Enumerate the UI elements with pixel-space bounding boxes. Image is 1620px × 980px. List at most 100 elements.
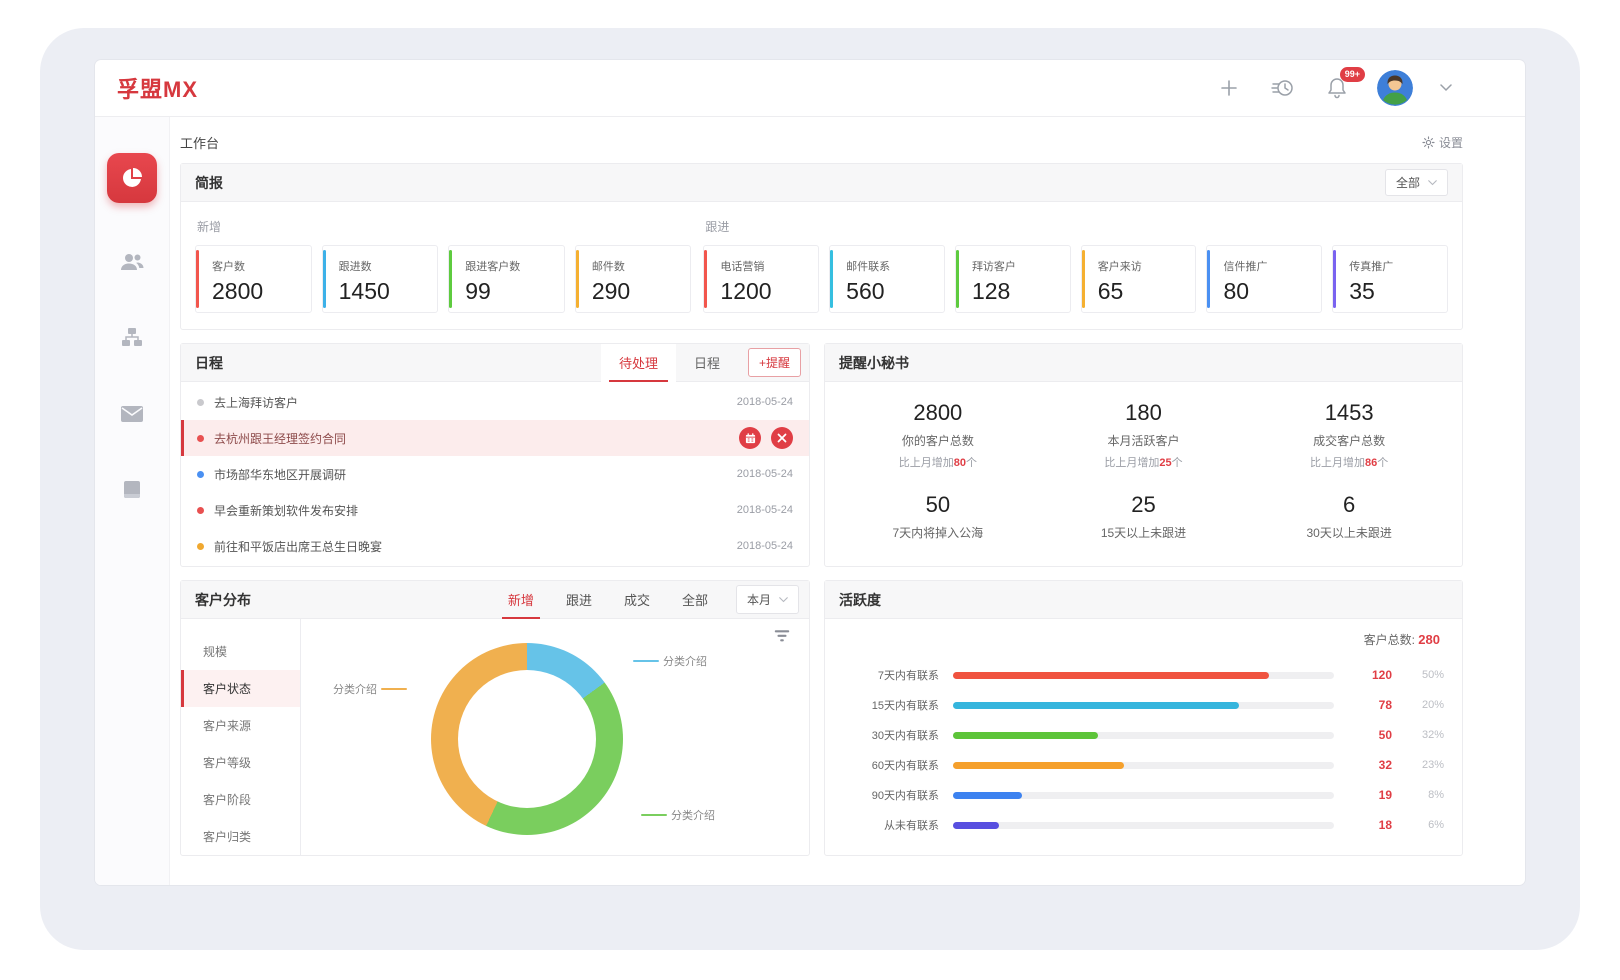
schedule-item[interactable]: 市场部华东地区开展调研 2018-05-24 — [181, 456, 809, 492]
period-dropdown[interactable]: 本月 — [736, 585, 799, 614]
app-window: 孚盟MX 99+ — [95, 60, 1525, 885]
stat-card-customer-visits[interactable]: 客户来访 65 — [1081, 245, 1197, 313]
distribution-menu: 规模 客户状态 客户来源 客户等级 客户阶段 客户归类 — [181, 619, 301, 855]
settings-label: 设置 — [1439, 134, 1463, 151]
stat-card-followups[interactable]: 跟进数 1450 — [322, 245, 439, 313]
briefing-title: 简报 — [195, 173, 223, 193]
menu-item-customer-source[interactable]: 客户来源 — [181, 707, 300, 744]
sidebar-item-mail[interactable] — [115, 397, 149, 431]
menu-item-customer-category[interactable]: 客户归类 — [181, 818, 300, 855]
notification-badge: 99+ — [1340, 67, 1365, 82]
status-dot — [197, 471, 204, 478]
user-avatar[interactable] — [1377, 70, 1413, 106]
menu-item-customer-level[interactable]: 客户等级 — [181, 744, 300, 781]
sidebar-item-documents[interactable] — [115, 473, 149, 507]
reminder-stats: 2800 你的客户总数 比上月增加80个 180 本月活跃客户 比上月增加25个… — [825, 382, 1462, 556]
users-icon — [119, 251, 145, 273]
stat-card-followup-customers[interactable]: 跟进客户数 99 — [448, 245, 565, 313]
reminder-stat-30days: 6 30天以上未跟进 — [1246, 492, 1452, 546]
stat-card-fax-promo[interactable]: 传真推广 35 — [1332, 245, 1448, 313]
add-reminder-button[interactable]: +提醒 — [748, 348, 801, 377]
user-menu-chevron-icon[interactable] — [1439, 74, 1453, 102]
donut-label-orange: 分类介绍 — [333, 681, 407, 697]
menu-item-scale[interactable]: 规模 — [181, 633, 300, 670]
activity-row: 从未有联系 18 6% — [843, 810, 1444, 840]
book-icon — [121, 479, 143, 501]
activity-row: 15天内有联系 78 20% — [843, 690, 1444, 720]
schedule-item[interactable]: 早会重新策划软件发布安排 2018-05-24 — [181, 492, 809, 528]
customer-total: 客户总数: 280 — [847, 631, 1440, 648]
sidebar — [95, 117, 170, 885]
bar-fill — [953, 702, 1239, 709]
tab-deal[interactable]: 成交 — [608, 581, 666, 619]
stat-card-email-contact[interactable]: 邮件联系 560 — [829, 245, 945, 313]
distribution-title: 客户分布 — [195, 590, 251, 610]
reminder-stat-15days: 25 15天以上未跟进 — [1041, 492, 1247, 546]
schedule-title: 日程 — [195, 353, 223, 373]
tab-pending[interactable]: 待处理 — [601, 344, 676, 382]
chevron-down-icon — [1428, 180, 1437, 186]
sidebar-item-customers[interactable] — [115, 245, 149, 279]
activity-panel: 活跃度 客户总数: 280 7天内有联系 120 50% — [824, 580, 1463, 856]
bar-fill — [953, 792, 1022, 799]
reminder-stat-active-customers: 180 本月活跃客户 比上月增加25个 — [1041, 400, 1247, 470]
bar-fill — [953, 732, 1098, 739]
status-dot — [197, 399, 204, 406]
dismiss-action-icon[interactable] — [771, 427, 793, 449]
status-dot — [197, 435, 204, 442]
stat-card-customers[interactable]: 客户数 2800 — [195, 245, 312, 313]
period-value: 本月 — [747, 591, 771, 608]
bar-track — [953, 702, 1334, 709]
stat-card-visits[interactable]: 拜访客户 128 — [955, 245, 1071, 313]
briefing-panel: 简报 全部 新增 客户数 2800 — [180, 163, 1463, 330]
briefing-filter-dropdown[interactable]: 全部 — [1385, 169, 1448, 196]
bar-track — [953, 792, 1334, 799]
schedule-tabs: 待处理 日程 — [601, 344, 738, 382]
history-icon[interactable] — [1269, 74, 1297, 102]
menu-item-customer-status[interactable]: 客户状态 — [181, 670, 300, 707]
bar-fill — [953, 762, 1124, 769]
reminder-title: 提醒小秘书 — [839, 353, 909, 373]
bar-track — [953, 762, 1334, 769]
reminder-panel: 提醒小秘书 2800 你的客户总数 比上月增加80个 180 本月活跃客户 比上… — [824, 343, 1463, 567]
tab-new[interactable]: 新增 — [492, 581, 550, 619]
menu-item-customer-stage[interactable]: 客户阶段 — [181, 781, 300, 818]
calendar-action-icon[interactable] — [739, 427, 761, 449]
bar-fill — [953, 822, 999, 829]
schedule-item-selected[interactable]: 去杭州跟王经理签约合同 — [181, 420, 809, 456]
settings-button[interactable]: 设置 — [1422, 134, 1463, 151]
stat-card-telemarketing[interactable]: 电话营销 1200 — [703, 245, 819, 313]
activity-chart: 客户总数: 280 7天内有联系 120 50% 15天内有联系 78 — [825, 619, 1462, 846]
bar-track — [953, 732, 1334, 739]
filter-funnel-icon[interactable] — [773, 629, 791, 644]
donut-chart — [431, 643, 623, 835]
schedule-item[interactable]: 前往和平饭店出席王总生日晚宴 2018-05-24 — [181, 528, 809, 564]
stat-card-letter-promo[interactable]: 信件推广 80 — [1206, 245, 1322, 313]
reminder-stat-deal-customers: 1453 成交客户总数 比上月增加86个 — [1246, 400, 1452, 470]
sitemap-icon — [120, 326, 144, 350]
group-label: 新增 — [197, 218, 689, 235]
donut-label-blue: 分类介绍 — [633, 653, 707, 669]
stat-card-emails[interactable]: 邮件数 290 — [575, 245, 692, 313]
add-button[interactable] — [1215, 74, 1243, 102]
bar-track — [953, 822, 1334, 829]
reminder-stat-public-pool: 50 7天内将掉入公海 — [835, 492, 1041, 546]
sidebar-item-organization[interactable] — [115, 321, 149, 355]
mail-icon — [120, 405, 144, 423]
briefing-group-followup: 跟进 电话营销 1200 邮件联系 560 — [703, 212, 1448, 313]
donut-label-green: 分类介绍 — [641, 807, 715, 823]
tab-all[interactable]: 全部 — [666, 581, 724, 619]
schedule-item[interactable]: 去上海拜访客户 2018-05-24 — [181, 384, 809, 420]
gear-icon — [1422, 136, 1435, 149]
sidebar-item-dashboard[interactable] — [107, 153, 157, 203]
pie-chart-icon — [120, 166, 144, 190]
status-dot — [197, 543, 204, 550]
tab-followup[interactable]: 跟进 — [550, 581, 608, 619]
bar-fill — [953, 672, 1269, 679]
distribution-tabs: 新增 跟进 成交 全部 — [492, 581, 724, 619]
activity-row: 60天内有联系 32 23% — [843, 750, 1444, 780]
notifications-bell-icon[interactable]: 99+ — [1323, 74, 1351, 102]
tab-schedule[interactable]: 日程 — [676, 344, 738, 382]
activity-row: 7天内有联系 120 50% — [843, 660, 1444, 690]
schedule-list: 去上海拜访客户 2018-05-24 去杭州跟王经理签约合同 — [181, 382, 809, 566]
